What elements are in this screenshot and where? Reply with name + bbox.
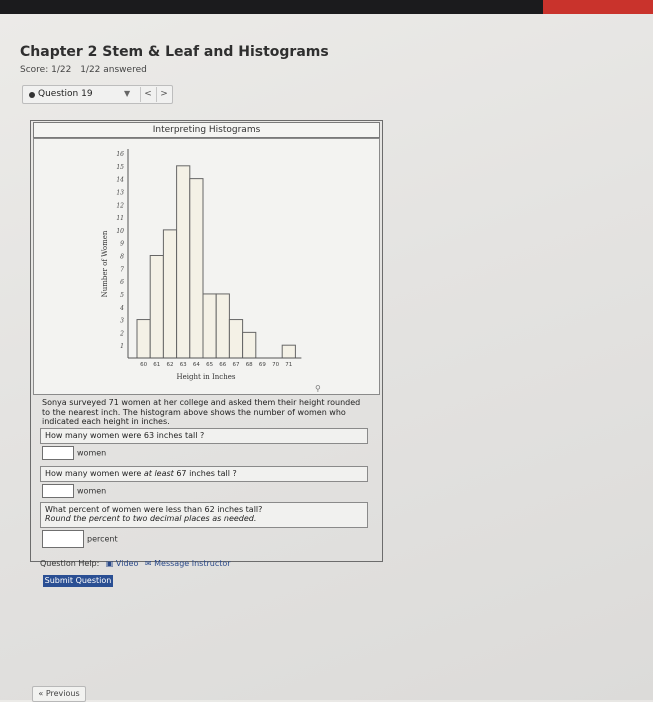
y-tick-label: 9	[120, 241, 124, 248]
answer-3-input[interactable]	[42, 530, 84, 548]
question-2-text-b: 67 inches tall ?	[173, 469, 237, 478]
histogram-bar-66	[215, 293, 230, 359]
x-tick-label: 65	[206, 362, 213, 368]
question-1-row: How many women were 63 inches tall ?	[40, 428, 368, 444]
histogram-bar-63	[176, 165, 191, 359]
question-help: Question Help: ▣ Video ✉ Message Instruc…	[40, 559, 231, 568]
x-tick-label: 63	[180, 362, 187, 368]
y-tick-label: 2	[119, 330, 124, 337]
x-tick-label: 71	[285, 362, 292, 368]
histogram-bar-60	[136, 319, 151, 359]
answer-2-input[interactable]	[42, 484, 74, 498]
answer-2-unit: women	[77, 486, 107, 496]
histogram-bar-65	[202, 293, 217, 359]
x-tick-label: 64	[193, 362, 200, 368]
answer-3-row: percent	[42, 530, 118, 548]
x-tick-label: 67	[233, 362, 240, 368]
histogram-bar-61	[149, 255, 164, 359]
y-tick-label: 12	[116, 202, 124, 209]
y-tick-label: 16	[116, 151, 124, 158]
answer-1-unit: women	[77, 448, 107, 458]
answered-text: 1/22 answered	[80, 65, 147, 75]
question-2-emphasis: at least	[143, 469, 174, 478]
magnify-icon[interactable]: ⚲	[315, 384, 321, 393]
y-tick-label: 14	[116, 177, 124, 184]
y-tick-label: 6	[120, 279, 124, 286]
x-tick-label: 62	[167, 362, 174, 368]
submit-question-button[interactable]: Submit Question	[43, 575, 113, 587]
question-select-label: Question 19	[38, 89, 93, 99]
score-text: Score: 1/22	[20, 65, 72, 75]
x-tick-label: 60	[140, 362, 147, 368]
y-tick-label: 8	[120, 254, 124, 261]
y-tick-label: 4	[119, 305, 124, 312]
previous-question-button[interactable]: <	[140, 87, 155, 102]
question-select[interactable]: Question 19 ▼ < >	[22, 85, 173, 104]
video-link-label: Video	[115, 559, 139, 568]
browser-top-bar	[0, 0, 653, 14]
histogram-bar-62	[162, 229, 178, 359]
browser-red-strip	[543, 0, 653, 14]
y-axis-label: Number of Women	[101, 230, 109, 297]
answer-2-row: women	[42, 484, 106, 498]
question-help-label: Question Help:	[40, 559, 100, 568]
question-3-text: What percent of women were less than 62 …	[45, 505, 263, 514]
question-2-row: How many women were at least 67 inches t…	[40, 466, 368, 482]
x-tick-label: 69	[259, 362, 266, 368]
y-tick-label: 5	[120, 292, 124, 299]
y-tick-label: 15	[116, 164, 124, 171]
question-3-instruction: Round the percent to two decimal places …	[45, 514, 257, 523]
message-instructor-link[interactable]: ✉ Message Instructor	[145, 559, 231, 568]
y-tick-label: 7	[120, 266, 124, 273]
y-tick-label: 3	[120, 318, 124, 325]
problem-header: Interpreting Histograms	[33, 122, 380, 138]
y-tick-label: 10	[116, 228, 124, 235]
answer-1-input[interactable]	[42, 446, 74, 460]
histogram-bar-64	[189, 178, 204, 359]
question-1-text: How many women were 63 inches tall ?	[45, 431, 205, 440]
question-2-text-a: How many women were	[45, 469, 144, 478]
histogram-chart: 12345678910111213141516 60 61 62 63 64 65 66 67…	[101, 149, 321, 393]
x-tick-label: 61	[153, 362, 160, 368]
page-title: Chapter 2 Stem & Leaf and Histograms	[20, 44, 329, 60]
histogram-panel: 1 2 3 4 5 6 7 8 9 10 11 12 13 14 15 16 60 61 62 63 64 65 66 67…	[33, 138, 380, 395]
histogram-bar-71	[281, 344, 296, 359]
answered-dot-icon	[29, 92, 35, 98]
next-question-button[interactable]: >	[156, 87, 171, 102]
chevron-down-icon[interactable]: ▼	[124, 89, 130, 98]
message-instructor-label: Message Instructor	[154, 559, 231, 568]
x-axis-label: Height in Inches	[177, 373, 236, 381]
answer-1-row: women	[42, 446, 106, 460]
y-tick-label: 1	[120, 343, 124, 350]
video-link[interactable]: ▣ Video	[106, 559, 139, 568]
score-line: Score: 1/22 1/22 answered	[20, 65, 153, 75]
histogram-bar-68	[242, 331, 257, 359]
y-tick-label: 13	[116, 189, 124, 196]
answer-3-unit: percent	[87, 534, 118, 544]
problem-description: Sonya surveyed 71 women at her college a…	[42, 398, 361, 426]
question-3-row: What percent of women were less than 62 …	[40, 502, 368, 528]
histogram-bar-67	[228, 319, 244, 359]
y-tick-label: 11	[116, 215, 124, 222]
x-tick-label: 68	[246, 362, 253, 368]
x-tick-label: 70	[272, 362, 279, 368]
x-tick-label: 66	[219, 362, 226, 368]
